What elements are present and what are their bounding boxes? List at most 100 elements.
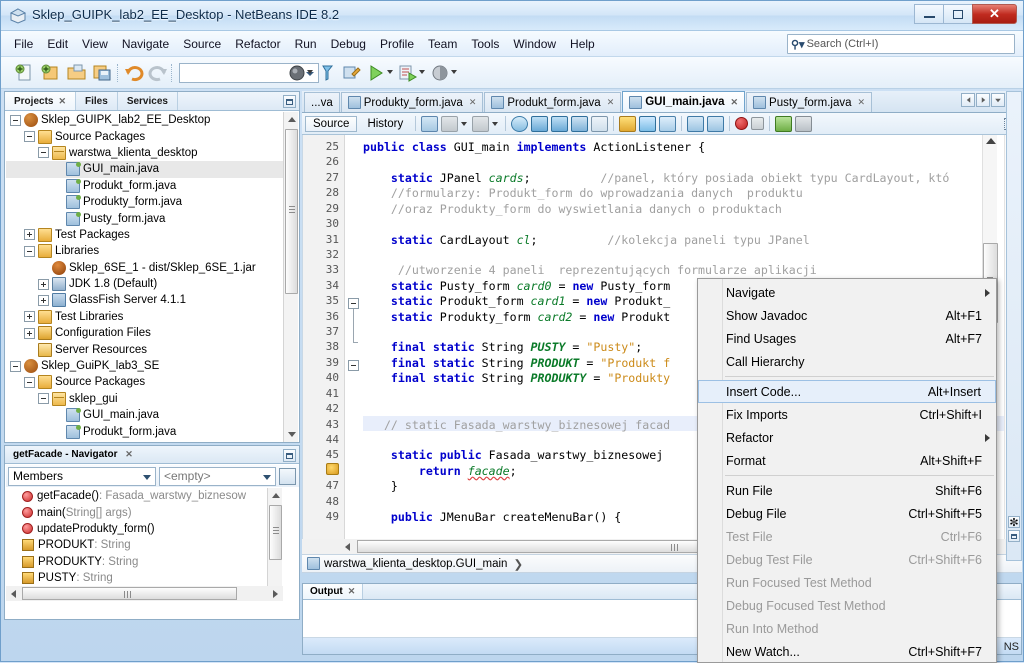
- toggle-breakpoint-icon[interactable]: [735, 117, 749, 130]
- navigator-hscrollbar[interactable]: [6, 586, 283, 601]
- tree-collapse-icon[interactable]: [38, 147, 49, 159]
- navigator-member[interactable]: PRODUKTY : String: [6, 554, 283, 570]
- context-menu-item[interactable]: New Watch... Ctrl+Shift+F7: [698, 640, 996, 662]
- tree-node[interactable]: Server Resources: [6, 341, 285, 357]
- editor-context-menu[interactable]: Navigate Show Javadoc Alt+F1 Find Usages Alt…: [697, 278, 997, 663]
- tree-node[interactable]: Produkt_form.java: [6, 178, 285, 194]
- dock-pin-icon[interactable]: ✼: [1008, 516, 1020, 529]
- tree-expand-icon[interactable]: [24, 229, 35, 241]
- nav-scroll-up-icon[interactable]: [268, 488, 283, 503]
- build-icon[interactable]: [287, 62, 309, 84]
- editor-tab-4[interactable]: Pusty_form.java ✕: [746, 92, 873, 112]
- context-menu-item[interactable]: Format Alt+Shift+F: [698, 449, 996, 472]
- tree-collapse-icon[interactable]: [24, 376, 35, 388]
- navigator-scope-select[interactable]: Members: [8, 466, 156, 486]
- tree-node[interactable]: Configuration Files: [6, 325, 285, 341]
- menu-debug[interactable]: Debug: [324, 34, 373, 54]
- profile-icon[interactable]: [429, 62, 451, 84]
- tree-node[interactable]: Sklep_GUIPK_lab2_EE_Desktop: [6, 112, 285, 128]
- editor-tab-0[interactable]: ...va: [304, 92, 340, 112]
- fold-toggle-49-icon[interactable]: [348, 360, 359, 371]
- toggle-rect-icon[interactable]: [441, 115, 459, 132]
- tree-node[interactable]: GUI_main.java: [6, 161, 285, 178]
- tree-node[interactable]: Source Packages: [6, 374, 285, 390]
- editor-tab-3[interactable]: GUI_main.java ✕: [622, 91, 746, 112]
- navigator-vscrollbar[interactable]: [267, 488, 282, 598]
- tree-collapse-icon[interactable]: [24, 131, 35, 143]
- warning-glyph-icon[interactable]: [326, 462, 339, 475]
- tree-node[interactable]: Libraries: [6, 243, 285, 259]
- find-selection-icon[interactable]: [511, 115, 529, 132]
- navigator-member[interactable]: PRODUKT : String: [6, 537, 283, 553]
- menu-file[interactable]: File: [7, 34, 40, 54]
- tree-node[interactable]: GlassFish Server 4.1.1: [6, 292, 285, 308]
- context-menu-item[interactable]: Refactor: [698, 426, 996, 449]
- tab-projects-close-icon[interactable]: ✕: [58, 96, 66, 107]
- tree-node[interactable]: sklep_gui: [6, 391, 285, 407]
- navigator-member[interactable]: main(String[] args): [6, 504, 283, 520]
- toggle-highlight-icon[interactable]: [659, 115, 677, 132]
- menu-edit[interactable]: Edit: [40, 34, 75, 54]
- context-menu-item[interactable]: Show Javadoc Alt+F1: [698, 304, 996, 327]
- tree-collapse-icon[interactable]: [38, 393, 49, 405]
- editor-tab-2[interactable]: Produkt_form.java ✕: [484, 92, 622, 112]
- tree-node[interactable]: JDK 1.8 (Default): [6, 276, 285, 292]
- tab-scroll-left-icon[interactable]: [961, 93, 975, 107]
- tab-scroll-right-icon[interactable]: [976, 93, 990, 107]
- context-menu-item[interactable]: Insert Code... Alt+Insert: [698, 380, 996, 403]
- debug-icon[interactable]: [397, 62, 419, 84]
- editor-tab-close-icon[interactable]: ✕: [607, 97, 615, 108]
- scroll-thumb[interactable]: [285, 129, 298, 294]
- stop-icon[interactable]: [751, 117, 765, 130]
- dock-minimize-icon[interactable]: [1008, 530, 1020, 542]
- tree-node[interactable]: GUI_main.java: [6, 407, 285, 423]
- comment-icon[interactable]: [687, 115, 705, 132]
- refresh-icon[interactable]: [421, 115, 439, 132]
- fold-toggle-45-icon[interactable]: [348, 298, 359, 309]
- redo-icon[interactable]: [147, 62, 169, 84]
- shift-line-icon[interactable]: [591, 115, 609, 132]
- menu-help[interactable]: Help: [563, 34, 602, 54]
- tree-node[interactable]: warstwa_klienta_desktop: [6, 145, 285, 161]
- context-menu-item[interactable]: Navigate: [698, 281, 996, 304]
- prev-error-icon[interactable]: [619, 115, 637, 132]
- editor-scroll-up-icon[interactable]: [986, 138, 996, 144]
- toggle-rect2-icon[interactable]: [472, 115, 490, 132]
- menu-team[interactable]: Team: [421, 34, 464, 54]
- tree-expand-icon[interactable]: [38, 278, 49, 290]
- tab-services[interactable]: Services: [118, 92, 178, 110]
- navigator-title[interactable]: getFacade - Navigator ✕: [5, 449, 141, 460]
- clean-build-icon[interactable]: [317, 62, 339, 84]
- uncomment-icon[interactable]: [707, 115, 725, 132]
- tree-node[interactable]: Sklep_GuiPK_lab3_SE: [6, 358, 285, 374]
- nav-scroll-left-icon[interactable]: [6, 586, 21, 601]
- tab-projects[interactable]: Projects ✕: [5, 92, 77, 110]
- open-project-icon[interactable]: [65, 62, 87, 84]
- navigator-member[interactable]: getFacade() : Fasada_warstwy_biznesow: [6, 488, 283, 504]
- tree-node[interactable]: Test Libraries: [6, 309, 285, 325]
- tree-collapse-icon[interactable]: [10, 360, 21, 372]
- tab-output[interactable]: Output ✕: [303, 584, 364, 599]
- context-menu-item[interactable]: Debug File Ctrl+Shift+F5: [698, 502, 996, 525]
- tab-output-close-icon[interactable]: ✕: [348, 586, 356, 597]
- new-file-icon[interactable]: [13, 62, 35, 84]
- menu-run[interactable]: Run: [288, 34, 324, 54]
- scroll-down-icon[interactable]: [284, 427, 299, 442]
- navigator-minimize-button[interactable]: [283, 449, 296, 462]
- collapse-all-icon[interactable]: [795, 115, 813, 132]
- navigator-filter-select[interactable]: <empty>: [159, 466, 276, 486]
- tree-node[interactable]: Test Packages: [6, 227, 285, 243]
- run-icon[interactable]: [365, 62, 387, 84]
- menu-view[interactable]: View: [75, 34, 115, 54]
- tree-node[interactable]: Source Packages: [6, 128, 285, 144]
- navigator-members-list[interactable]: getFacade() : Fasada_warstwy_biznesow mai…: [6, 488, 283, 598]
- projects-minimize-button[interactable]: [283, 95, 296, 108]
- tree-collapse-icon[interactable]: [24, 245, 35, 257]
- editor-tab-close-icon[interactable]: ✕: [469, 97, 477, 108]
- history-tab-button[interactable]: History: [360, 117, 410, 131]
- nav-scroll-thumb[interactable]: [269, 505, 282, 560]
- scroll-up-icon[interactable]: [284, 112, 299, 127]
- next-bookmark-icon[interactable]: [551, 115, 569, 132]
- source-tab-button[interactable]: Source: [305, 115, 358, 132]
- context-menu-item[interactable]: Find Usages Alt+F7: [698, 327, 996, 350]
